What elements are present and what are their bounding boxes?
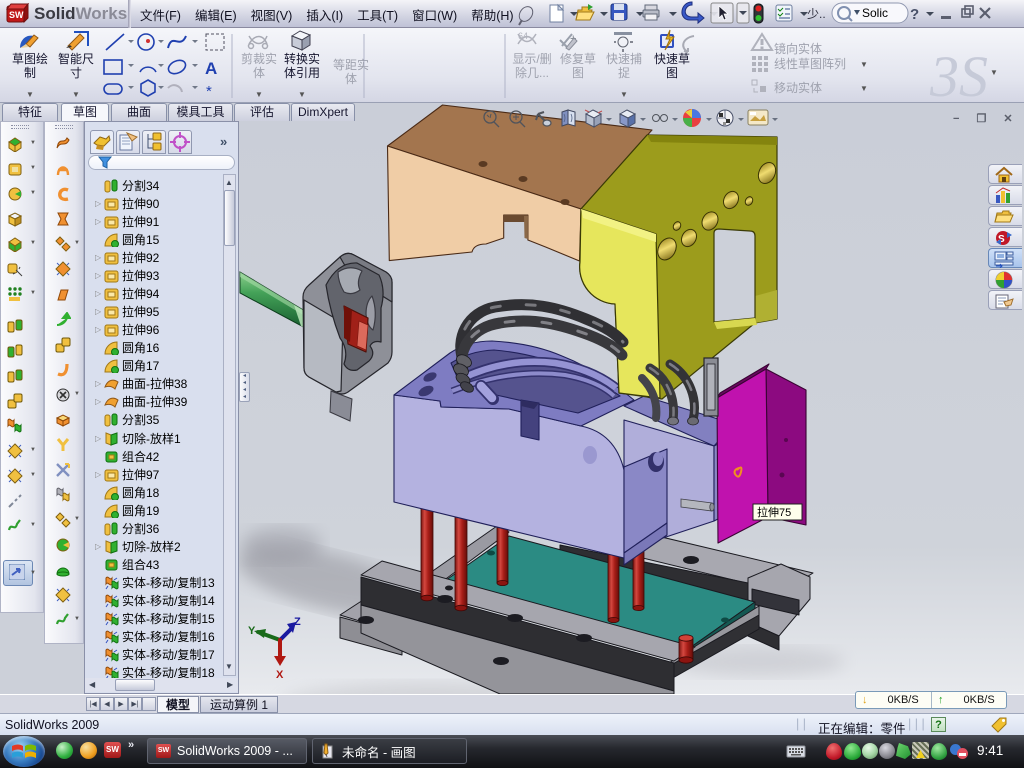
svg-text:3S: 3S <box>929 44 988 103</box>
svg-text:少..: 少.. <box>807 7 826 21</box>
svg-text:A: A <box>205 59 217 78</box>
svg-text:*: * <box>206 83 212 100</box>
svg-text:Z: Z <box>294 616 301 628</box>
svg-text:Y: Y <box>248 625 256 637</box>
svg-text:?: ? <box>910 6 919 23</box>
svg-text:X: X <box>276 669 284 681</box>
svg-text:64: 64 <box>518 31 528 41</box>
svg-text:SW: SW <box>9 10 24 20</box>
svg-text:拉伸75: 拉伸75 <box>757 505 791 519</box>
svg-text:Solic: Solic <box>862 6 888 20</box>
